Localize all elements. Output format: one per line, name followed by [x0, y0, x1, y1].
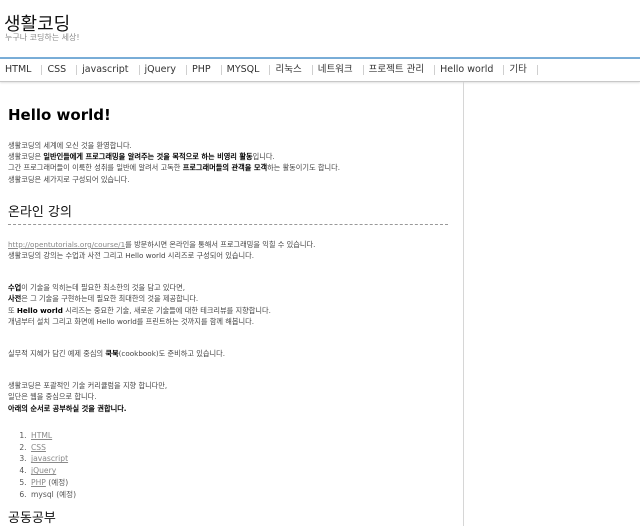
list-item: PHP (예정) — [29, 477, 463, 489]
list-item: CSS — [29, 442, 463, 454]
curriculum-line: 생활코딩은 포괄적인 기술 커리큘럼을 지향 합니다만, — [8, 381, 168, 391]
online-lecture-intro: http://opentutorials.org/course/1를 방문하시면… — [8, 239, 463, 261]
nav-item-php[interactable]: PHP — [187, 65, 222, 75]
nav-item-project-management[interactable]: 프로젝트 관리 — [364, 65, 436, 75]
course-line: 사전은 그 기술을 구현하는데 필요한 최대한의 것을 제공합니다. — [8, 294, 199, 304]
main-content: Hello world! 생활코딩의 세계에 오신 것을 환영합니다. 생활코딩… — [0, 82, 463, 526]
course-line: 개념부터 설치 그리고 화면에 Hello world를 프린트하는 것까지를 … — [8, 316, 255, 326]
curriculum-link-jquery[interactable]: jQuery — [31, 466, 56, 475]
curriculum-list: HTML CSS javascript jQuery PHP (예정) mysq… — [8, 430, 463, 501]
page-layout: Hello world! 생활코딩의 세계에 오신 것을 환영합니다. 생활코딩… — [0, 82, 640, 526]
curriculum-item-mysql: mysql — [31, 489, 54, 499]
course-line: 또 Hello world 시리즈는 중요한 기술, 새로운 기술들에 대한 테… — [8, 305, 271, 315]
curriculum-link-css[interactable]: CSS — [31, 443, 46, 452]
nav-item-network[interactable]: 네트워크 — [313, 65, 364, 75]
section-heading-group-study: 공동공부 — [8, 510, 56, 526]
curriculum-line: 아래의 순서로 공부하실 것을 권합니다. — [8, 403, 127, 413]
list-item: jQuery — [29, 465, 463, 477]
section-heading-online-lectures: 온라인 강의 — [8, 201, 448, 225]
cookbook-line: 실무적 지혜가 담긴 예제 중심의 쿡북(cookbook)도 준비하고 있습니… — [8, 349, 226, 359]
intro-emphasis: 일반인들에게 프로그래밍을 알려주는 것을 목적으로 하는 비영리 활동 — [43, 152, 253, 162]
list-item: HTML — [29, 430, 463, 442]
site-header: 생활코딩 누구나 코딩하는 세상! — [0, 0, 640, 57]
intro-line: 생활코딩의 세계에 오신 것을 환영합니다. — [8, 141, 132, 150]
online-line: 생활코딩의 강의는 수업과 사전 그리고 Hello world 시리즈로 구성… — [8, 251, 255, 261]
list-item: javascript — [29, 453, 463, 465]
main-navigation: HTML CSS javascript jQuery PHP MYSQL 리눅스… — [0, 59, 640, 82]
curriculum-note: 생활코딩은 포괄적인 기술 커리큘럼을 지향 합니다만, 일단은 웹을 중심으로… — [8, 380, 463, 414]
nav-item-javascript[interactable]: javascript — [77, 65, 140, 75]
intro-emphasis: 프로그래머들의 관객을 모객 — [182, 163, 268, 173]
intro-line: 그간 프로그래머들이 이룩한 성취를 일반에 알려서 고독한 프로그래머들의 관… — [8, 163, 341, 173]
sidebar — [463, 82, 640, 526]
nav-item-mysql[interactable]: MYSQL — [222, 65, 271, 75]
opentutorials-link[interactable]: http://opentutorials.org/course/1 — [8, 240, 125, 249]
intro-line: 생활코딩은 세가지로 구성되어 있습니다. — [8, 174, 130, 184]
course-structure: 수업이 기술을 익히는데 필요한 최소한의 것을 담고 있다면, 사전은 그 기… — [8, 282, 463, 327]
course-line: 수업이 기술을 익히는데 필요한 최소한의 것을 담고 있다면, — [8, 283, 185, 293]
nav-item-html[interactable]: HTML — [0, 65, 43, 75]
article-title: Hello world! — [8, 106, 111, 124]
curriculum-link-javascript[interactable]: javascript — [31, 454, 68, 463]
nav-item-css[interactable]: CSS — [42, 65, 78, 75]
nav-item-linux[interactable]: 리눅스 — [270, 65, 313, 75]
curriculum-link-php[interactable]: PHP — [31, 478, 46, 487]
intro-line: 생활코딩은 일반인들에게 프로그래밍을 알려주는 것을 목적으로 하는 비영리 … — [8, 152, 275, 162]
list-item: mysql (예정) — [29, 489, 463, 501]
site-slogan: 누구나 코딩하는 세상! — [5, 33, 80, 42]
cookbook-note: 실무적 지혜가 담긴 예제 중심의 쿡북(cookbook)도 준비하고 있습니… — [8, 348, 463, 359]
intro-section: 생활코딩의 세계에 오신 것을 환영합니다. 생활코딩은 일반인들에게 프로그래… — [8, 140, 463, 185]
nav-item-hello-world[interactable]: Hello world — [435, 65, 505, 75]
nav-item-etc[interactable]: 기타 — [504, 65, 538, 75]
curriculum-link-html[interactable]: HTML — [31, 431, 52, 440]
curriculum-line: 일단은 웹을 중심으로 합니다. — [8, 392, 97, 402]
nav-item-jquery[interactable]: jQuery — [140, 65, 188, 75]
online-line: http://opentutorials.org/course/1를 방문하시면… — [8, 239, 316, 249]
